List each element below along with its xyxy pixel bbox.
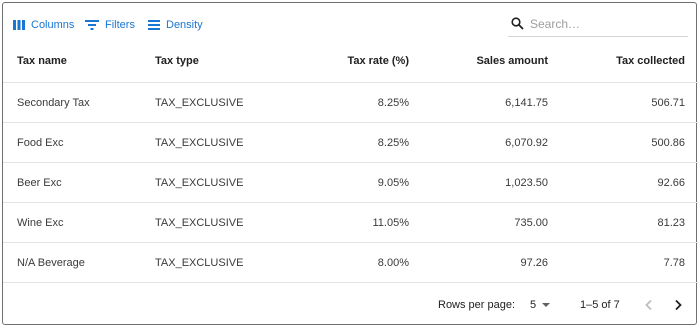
cell-tax-type: TAX_EXCLUSIVE [155,216,244,229]
rows-per-page-label: Rows per page: [438,299,516,311]
chevron-left-icon [645,299,652,311]
table-row[interactable]: Food Exc TAX_EXCLUSIVE 8.25% 6,070.92 50… [3,123,698,163]
search-input[interactable] [530,16,670,31]
column-header-sales-amount[interactable]: Sales amount [476,40,548,82]
rows-per-page-value: 5 [530,299,537,311]
column-header-tax-rate[interactable]: Tax rate (%) [347,40,409,82]
cell-sales-amount: 97.26 [520,256,548,269]
cell-tax-collected: 500.86 [651,136,685,149]
density-label: Density [166,19,203,31]
cell-tax-name: Secondary Tax [17,96,90,109]
table-row[interactable]: Beer Exc TAX_EXCLUSIVE 9.05% 1,023.50 92… [3,163,698,203]
cell-sales-amount: 1,023.50 [505,176,548,189]
cell-tax-collected: 92.66 [657,176,685,189]
column-header-tax-type[interactable]: Tax type [155,40,199,82]
cell-sales-amount: 6,141.75 [505,96,548,109]
filters-button[interactable]: Filters [85,15,135,35]
chevron-right-icon [675,299,682,311]
cell-tax-collected: 81.23 [657,216,685,229]
cell-tax-rate: 9.05% [377,176,409,189]
cell-tax-rate: 8.25% [377,136,409,149]
cell-tax-type: TAX_EXCLUSIVE [155,256,244,269]
cell-sales-amount: 6,070.92 [505,136,548,149]
page-range-text: 1–5 of 7 [580,299,620,311]
cell-sales-amount: 735.00 [514,216,548,229]
cell-tax-name: Food Exc [17,136,64,149]
cell-tax-type: TAX_EXCLUSIVE [155,96,244,109]
filter-list-icon [85,20,99,30]
cell-tax-collected: 7.78 [663,256,685,269]
tax-report-grid: Columns Filters Density Search… Tax name… [2,2,698,325]
cell-tax-collected: 506.71 [651,96,685,109]
rows-per-page-select[interactable]: 5 [530,285,553,325]
previous-page-button[interactable] [639,295,659,315]
table-row[interactable]: Secondary Tax TAX_EXCLUSIVE 8.25% 6,141.… [3,83,698,123]
cell-tax-rate: 8.25% [377,96,409,109]
columns-button[interactable]: Columns [13,15,74,35]
cell-tax-name: Wine Exc [17,216,64,229]
column-header-tax-name[interactable]: Tax name [17,40,67,82]
cell-tax-type: TAX_EXCLUSIVE [155,136,244,149]
table-row[interactable]: Wine Exc TAX_EXCLUSIVE 11.05% 735.00 81.… [3,203,698,243]
search-box [508,11,688,37]
density-icon [148,20,160,30]
columns-label: Columns [31,19,75,31]
cell-tax-name: Beer Exc [17,176,62,189]
cell-tax-name: N/A Beverage [17,256,85,269]
cell-tax-rate: 8.00% [377,256,409,269]
data-table: Tax name Tax type Tax rate (%) Sales amo… [3,40,698,283]
table-header-row: Tax name Tax type Tax rate (%) Sales amo… [3,40,698,83]
column-header-tax-collected[interactable]: Tax collected [616,40,685,82]
pagination-footer: Rows per page: 5 1–5 of 7 [3,285,696,325]
search-icon [511,17,524,30]
density-button[interactable]: Density [148,15,203,35]
arrow-drop-down-icon [542,303,551,307]
next-page-button[interactable] [668,295,688,315]
table-row[interactable]: N/A Beverage TAX_EXCLUSIVE 8.00% 97.26 7… [3,243,698,283]
cell-tax-rate: 11.05% [372,216,410,229]
cell-tax-type: TAX_EXCLUSIVE [155,176,244,189]
view-column-icon [13,20,25,30]
filters-label: Filters [105,19,135,31]
